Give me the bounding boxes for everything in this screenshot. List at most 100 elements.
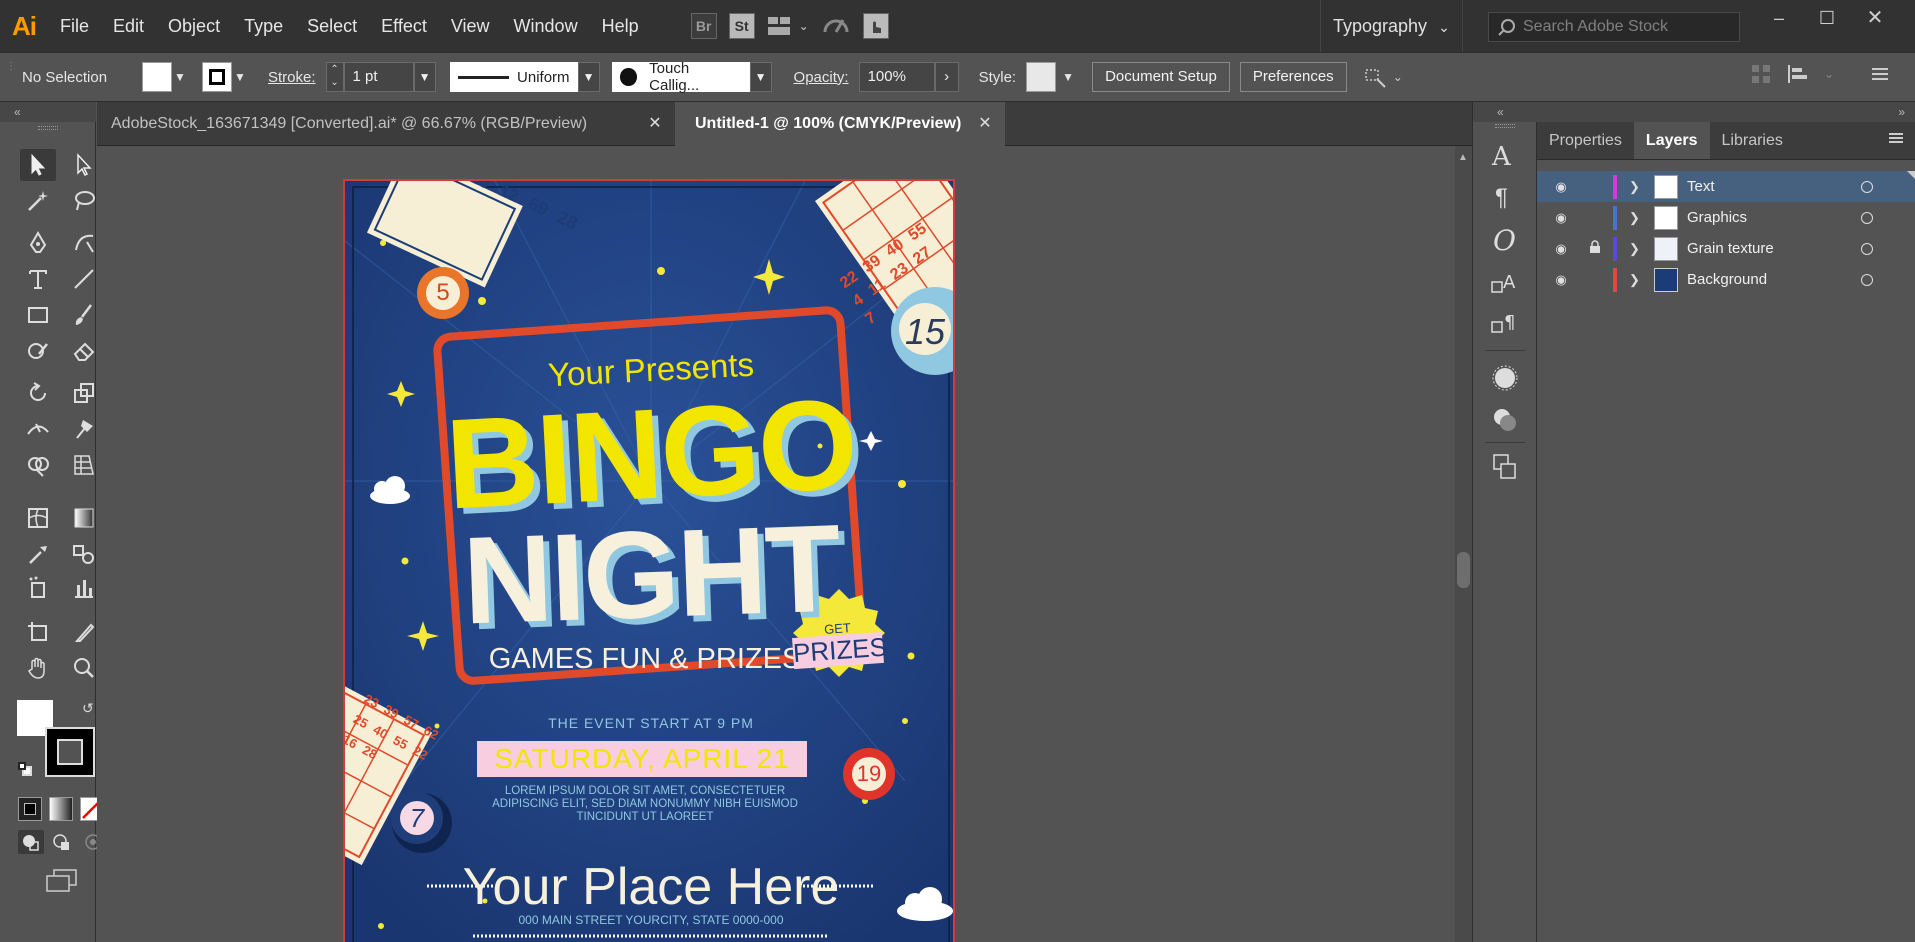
swap-colors-icon[interactable]: ↺ — [82, 700, 94, 717]
layer-row-background[interactable]: ◉ ❯ Background — [1537, 264, 1915, 295]
search-adobe-stock-input[interactable]: Search Adobe Stock — [1488, 12, 1740, 42]
stroke-label[interactable]: Stroke: — [268, 69, 316, 86]
minimize-button[interactable]: – — [1755, 0, 1803, 36]
vertical-scrollbar[interactable]: ▲ — [1455, 146, 1472, 942]
color-mode-icon[interactable] — [18, 797, 42, 821]
expand-chevron-icon[interactable]: ❯ — [1629, 210, 1640, 226]
type-tool-icon[interactable] — [20, 263, 56, 295]
shape-builder-tool-icon[interactable] — [20, 449, 56, 481]
paragraph-panel-icon[interactable]: ¶ — [1495, 184, 1508, 212]
layer-target-icon[interactable] — [1861, 180, 1873, 193]
stroke-swatch[interactable] — [202, 62, 232, 92]
expand-panels-icon[interactable]: « — [1473, 102, 1538, 122]
tab-untitled-1[interactable]: Untitled-1 @ 100% (CMYK/Preview) ✕ — [675, 102, 1005, 146]
draw-normal-icon[interactable] — [18, 830, 44, 854]
menu-file[interactable]: File — [48, 0, 101, 52]
layer-target-icon[interactable] — [1861, 273, 1873, 286]
transparency-panel-icon[interactable] — [1491, 406, 1519, 437]
artboards-panel-icon[interactable] — [1491, 452, 1519, 485]
close-tab-icon[interactable]: ✕ — [965, 102, 1005, 146]
appearance-panel-icon[interactable] — [1491, 364, 1519, 395]
place-text[interactable]: Your Place Here — [345, 857, 953, 917]
mesh-tool-icon[interactable] — [20, 502, 56, 534]
fill-dropdown-icon[interactable]: ▼ — [172, 70, 188, 84]
collapse-panel-icon[interactable]: » — [1537, 102, 1915, 122]
layer-target-icon[interactable] — [1861, 242, 1873, 255]
document-setup-button[interactable]: Document Setup — [1092, 62, 1230, 92]
layer-name[interactable]: Graphics — [1687, 209, 1747, 226]
menu-window[interactable]: Window — [502, 0, 590, 52]
event-date-text[interactable]: SATURDAY, APRIL 21 — [477, 741, 807, 777]
menu-edit[interactable]: Edit — [101, 0, 156, 52]
visibility-eye-icon[interactable]: ◉ — [1551, 241, 1571, 257]
layer-name[interactable]: Text — [1687, 178, 1715, 195]
tab-properties[interactable]: Properties — [1537, 122, 1634, 159]
expand-chevron-icon[interactable]: ❯ — [1629, 179, 1640, 195]
bingo-poster-artboard[interactable]: Your Presents BINGO NIGHT GAMES FUN & PR… — [343, 179, 955, 942]
layer-row-graphics[interactable]: ◉ ❯ Graphics — [1537, 202, 1915, 233]
tab-libraries[interactable]: Libraries — [1710, 122, 1795, 159]
symbol-sprayer-tool-icon[interactable] — [20, 572, 56, 604]
change-screen-mode-icon[interactable] — [44, 868, 80, 894]
lock-icon[interactable] — [1589, 240, 1605, 257]
magic-wand-tool-icon[interactable] — [20, 185, 56, 217]
visibility-eye-icon[interactable]: ◉ — [1551, 272, 1571, 288]
character-panel-icon[interactable]: A — [1492, 142, 1511, 172]
layer-target-icon[interactable] — [1861, 211, 1873, 224]
width-tool-icon[interactable] — [20, 413, 56, 445]
menu-view[interactable]: View — [439, 0, 502, 52]
layer-name[interactable]: Grain texture — [1687, 240, 1774, 257]
close-button[interactable]: ✕ — [1851, 0, 1899, 36]
draw-behind-icon[interactable] — [49, 830, 75, 854]
paragraph-styles-icon[interactable]: ¶ — [1489, 308, 1521, 339]
menu-select[interactable]: Select — [295, 0, 369, 52]
close-tab-icon[interactable]: ✕ — [635, 102, 675, 146]
visibility-eye-icon[interactable]: ◉ — [1551, 210, 1571, 226]
expand-chevron-icon[interactable]: ❯ — [1629, 241, 1640, 257]
variable-width-profile[interactable]: Uniform ▼ — [449, 62, 600, 92]
character-styles-icon[interactable]: A — [1489, 268, 1521, 299]
menu-object[interactable]: Object — [156, 0, 232, 52]
rectangle-tool-icon[interactable] — [20, 299, 56, 331]
arrange-documents-icon[interactable]: ⌄ — [767, 15, 809, 37]
profile-preview[interactable]: Uniform — [449, 62, 578, 92]
stroke-color-swatch[interactable] — [45, 727, 95, 777]
fill-swatch[interactable] — [142, 62, 172, 92]
style-swatch[interactable] — [1026, 62, 1057, 92]
stroke-stepper-icon[interactable]: ⌃ ⌄ — [325, 62, 344, 92]
default-colors-icon[interactable] — [18, 762, 32, 776]
menu-type[interactable]: Type — [232, 0, 295, 52]
gradient-mode-icon[interactable] — [49, 797, 73, 821]
gpu-performance-icon[interactable] — [821, 12, 851, 41]
menu-help[interactable]: Help — [590, 0, 651, 52]
pen-tool-icon[interactable] — [20, 227, 56, 259]
panel-menu-icon[interactable] — [1887, 122, 1915, 159]
selection-tool-icon[interactable] — [20, 149, 56, 181]
align-grid-icon[interactable] — [1750, 63, 1772, 85]
address-text[interactable]: 000 MAIN STREET YOURCITY, STATE 0000-000 — [345, 913, 953, 927]
align-left-icon[interactable] — [1786, 63, 1810, 85]
collapse-toolbar-icon[interactable]: « — [0, 102, 96, 122]
menu-effect[interactable]: Effect — [369, 0, 439, 52]
opacity-arrow-icon[interactable]: › — [934, 62, 959, 92]
brush-preview[interactable]: Touch Callig... — [611, 60, 750, 94]
profile-dropdown-icon[interactable]: ▼ — [577, 62, 600, 92]
shaper-tool-icon[interactable] — [20, 335, 56, 367]
layer-name[interactable]: Background — [1687, 271, 1767, 288]
visibility-eye-icon[interactable]: ◉ — [1551, 179, 1571, 195]
tab-layers[interactable]: Layers — [1633, 122, 1710, 159]
panel-menu-icon[interactable] — [1870, 65, 1890, 83]
stroke-weight-input[interactable]: 1 pt — [343, 62, 414, 92]
brush-definition[interactable]: Touch Callig... ▼ — [611, 60, 772, 94]
bridge-icon[interactable]: Br — [690, 13, 717, 39]
hand-tool-icon[interactable] — [20, 652, 56, 684]
layer-row-grain-texture[interactable]: ◉ ❯ Grain texture — [1537, 233, 1915, 264]
touch-workspace-icon[interactable] — [862, 13, 889, 39]
badge-prizes-text[interactable]: PRIZES — [792, 632, 888, 670]
rotate-tool-icon[interactable] — [20, 377, 56, 409]
opentype-panel-icon[interactable]: O — [1493, 224, 1516, 257]
canvas[interactable]: Your Presents BINGO NIGHT GAMES FUN & PR… — [97, 146, 1455, 942]
layer-row-text[interactable]: ◉ ❯ Text — [1537, 171, 1915, 202]
style-dropdown-icon[interactable]: ▼ — [1056, 70, 1080, 84]
expand-chevron-icon[interactable]: ❯ — [1629, 272, 1640, 288]
